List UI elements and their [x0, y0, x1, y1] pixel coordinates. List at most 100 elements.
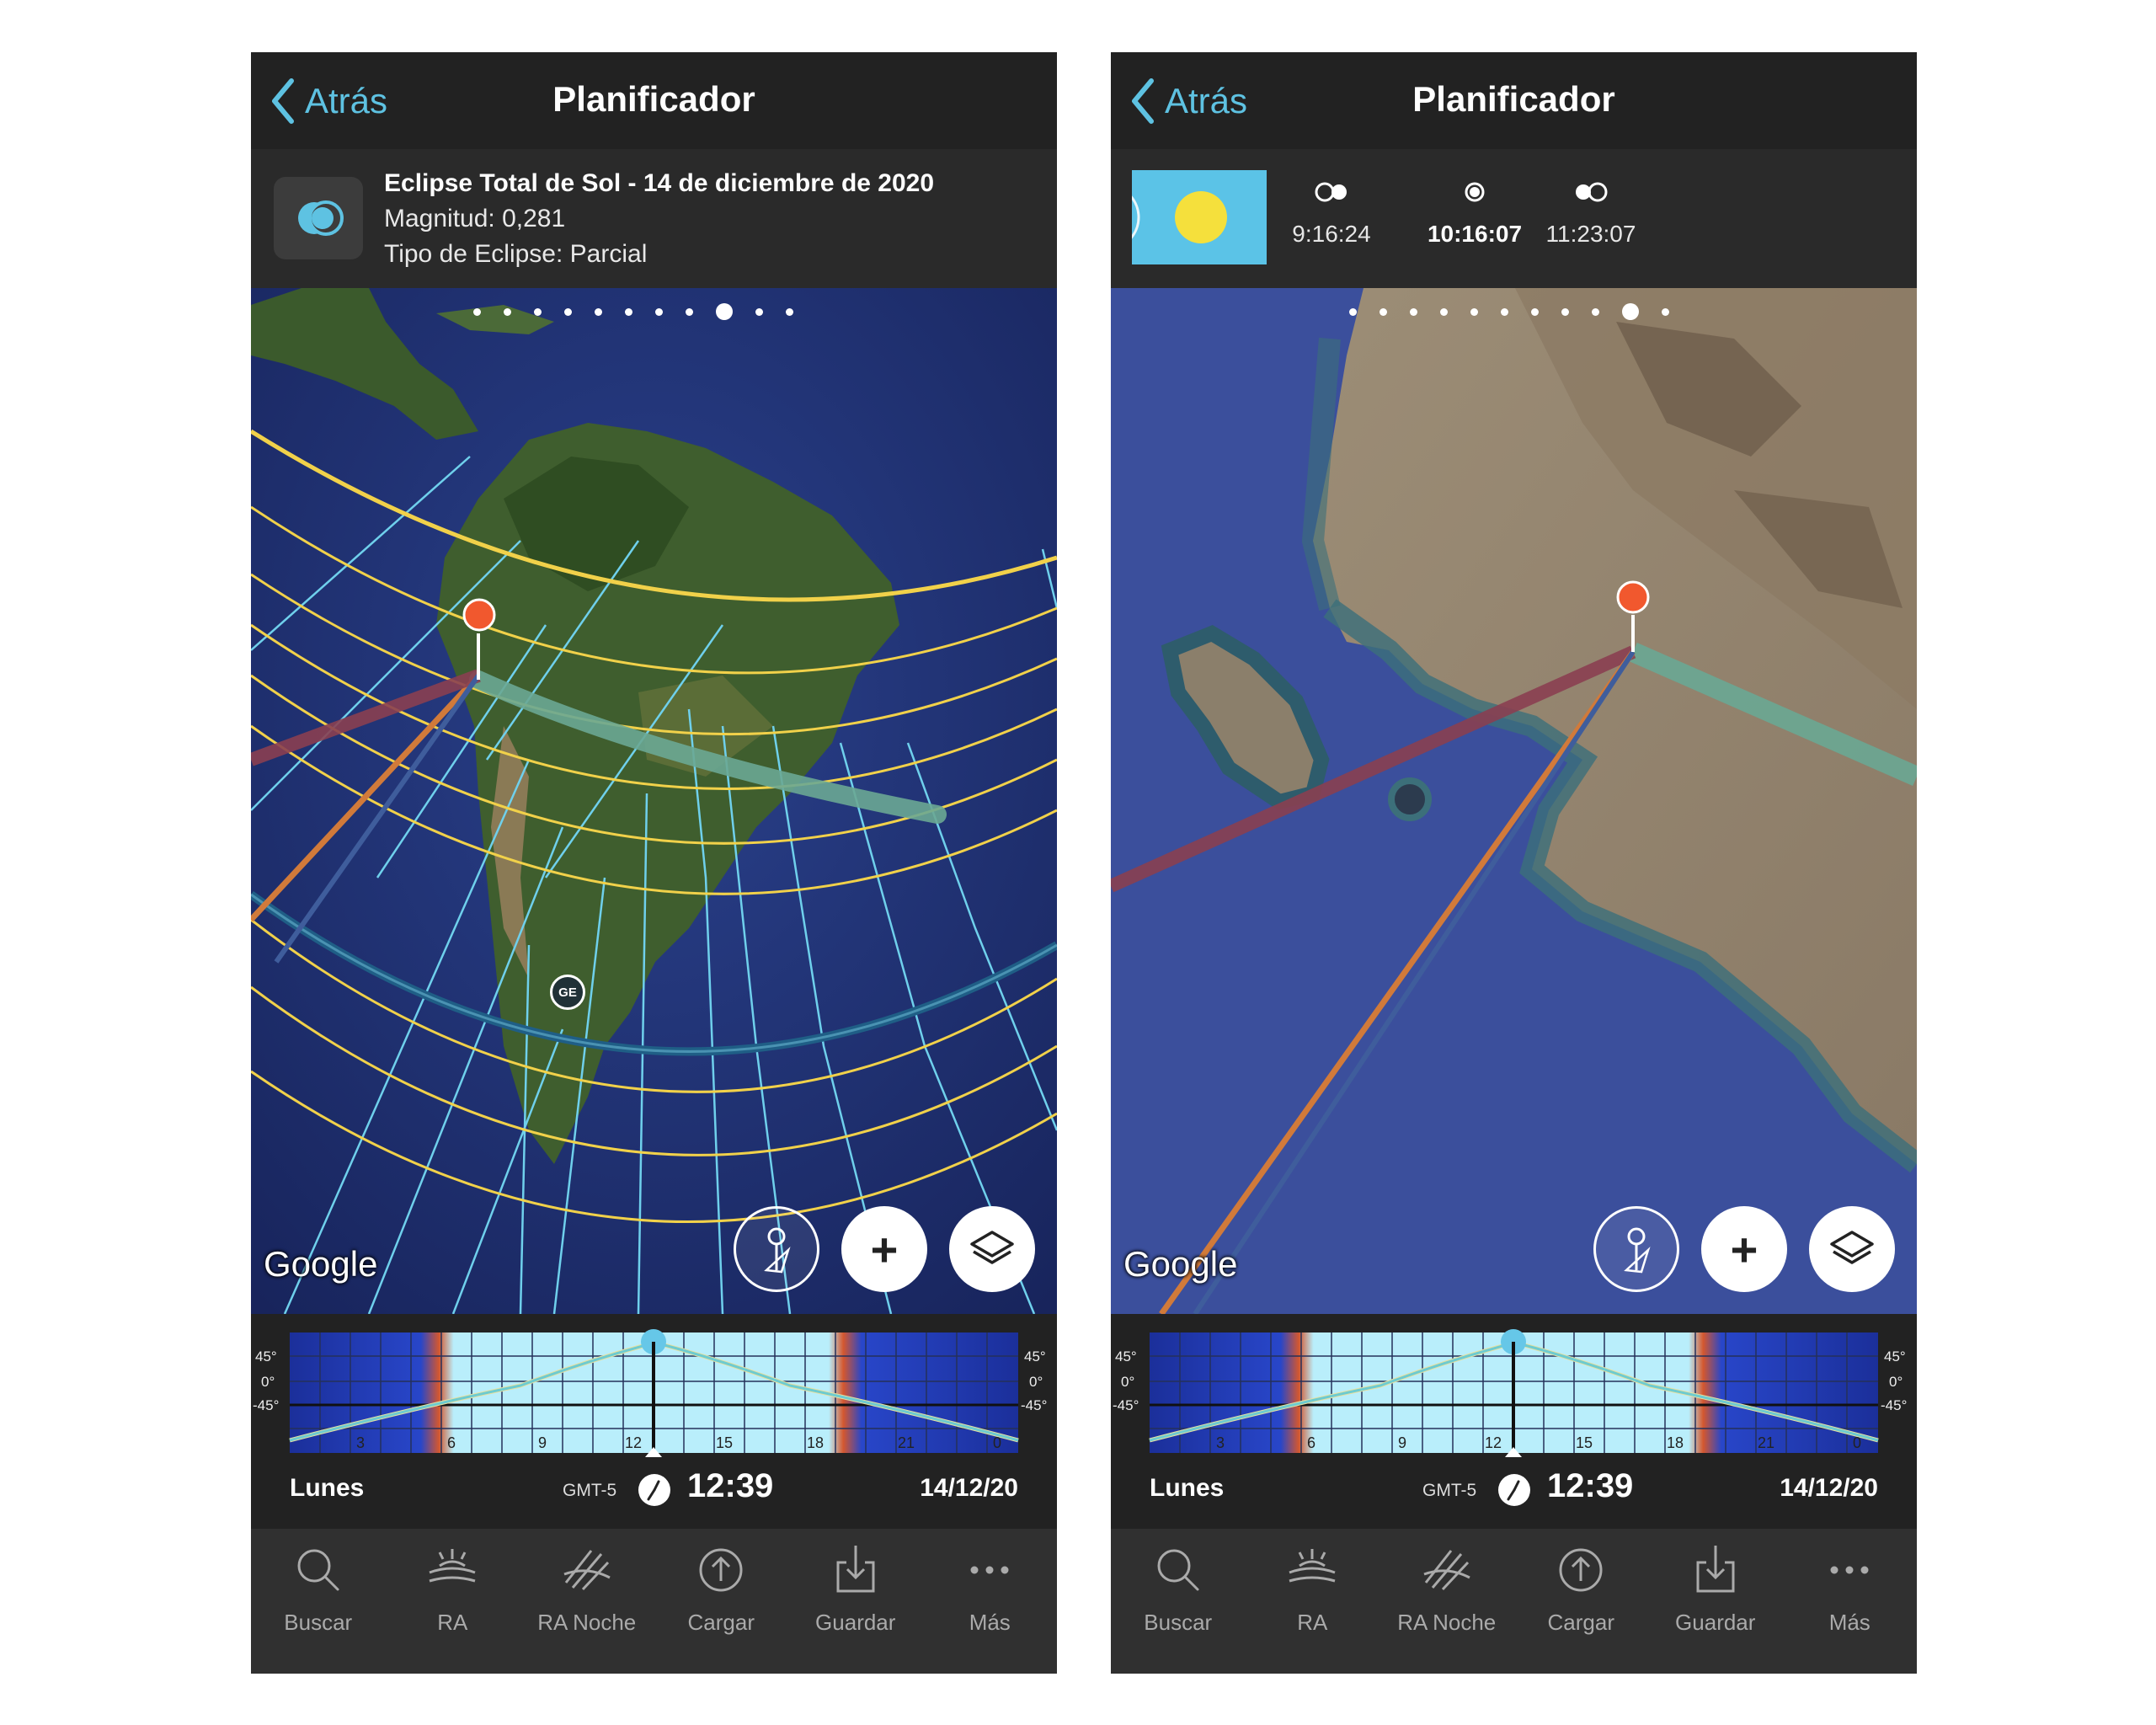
page-dot[interactable] — [534, 307, 542, 316]
elevation-timeline[interactable]: 45° 0° -45° 45° 0° -45° 3 6 9 12 15 18 2… — [251, 1314, 1057, 1529]
hour-label: 6 — [447, 1434, 456, 1451]
partial-start-icon — [1315, 182, 1347, 202]
max-eclipse-icon — [1465, 182, 1485, 202]
download-icon — [1696, 1546, 1735, 1593]
pin-compass-icon — [1624, 1227, 1651, 1274]
clock-icon[interactable] — [638, 1474, 670, 1506]
page-indicator[interactable] — [251, 303, 1057, 320]
tab-ar-night[interactable]: RA Noche — [1380, 1529, 1514, 1674]
axis-label-right: -45° — [1021, 1397, 1047, 1413]
location-pin-icon[interactable] — [462, 598, 497, 640]
page-dot[interactable] — [1662, 307, 1669, 316]
axis-label-right: 45° — [1884, 1348, 1906, 1365]
date-display[interactable]: 14/12/20 — [1780, 1474, 1878, 1503]
hour-label: 3 — [1216, 1434, 1225, 1451]
upload-icon — [699, 1548, 743, 1592]
compass-button[interactable] — [1593, 1206, 1679, 1292]
page-dot[interactable] — [755, 307, 763, 316]
layers-icon — [970, 1231, 1014, 1264]
phase-time: 10:16:07 — [1427, 221, 1523, 247]
page-dot[interactable] — [1501, 307, 1508, 316]
compass-button[interactable] — [734, 1206, 819, 1292]
page-dot[interactable] — [655, 307, 663, 316]
eclipse-type: Tipo de Eclipse: Parcial — [384, 240, 648, 268]
weekday-label: Lunes — [1150, 1474, 1225, 1502]
tab-save[interactable]: Guardar — [788, 1529, 923, 1674]
tab-ar-night[interactable]: RA Noche — [520, 1529, 654, 1674]
search-icon — [297, 1549, 339, 1591]
eclipse-toggle-button[interactable] — [274, 177, 363, 259]
axis-label-left: 45° — [1115, 1348, 1137, 1365]
page-dot[interactable] — [1440, 307, 1448, 316]
greatest-eclipse-marker[interactable]: GE — [550, 975, 585, 1010]
add-button[interactable]: + — [1701, 1206, 1787, 1292]
time-display[interactable]: 12:39 — [1547, 1467, 1633, 1505]
layers-icon — [1830, 1231, 1874, 1264]
page-dot[interactable] — [595, 307, 602, 316]
tab-ar[interactable]: RA — [1246, 1529, 1380, 1674]
hour-label: 12 — [625, 1434, 642, 1451]
eclipse-info-panel: Eclipse Total de Sol - 14 de diciembre d… — [251, 149, 1057, 288]
ar-icon — [429, 1549, 476, 1583]
page-dot[interactable] — [1561, 307, 1569, 316]
tab-label: Cargar — [687, 1610, 755, 1635]
google-attribution: Google — [264, 1244, 378, 1284]
tab-save[interactable]: Guardar — [1648, 1529, 1783, 1674]
tab-search[interactable]: Buscar — [1111, 1529, 1246, 1674]
hour-label: 15 — [1576, 1434, 1593, 1451]
location-pin-icon[interactable] — [1615, 580, 1651, 622]
axis-label-left: -45° — [1113, 1397, 1139, 1413]
phase-time: 11:23:07 — [1545, 221, 1636, 247]
date-display[interactable]: 14/12/20 — [920, 1474, 1018, 1503]
sun-icon — [1132, 191, 1227, 243]
hour-label: 15 — [716, 1434, 733, 1451]
page-dot[interactable] — [625, 307, 632, 316]
more-icon — [970, 1566, 1009, 1574]
page-dot[interactable] — [1592, 307, 1599, 316]
clock-icon[interactable] — [1498, 1474, 1530, 1506]
hour-label: 0 — [993, 1434, 1001, 1451]
satellite-map[interactable]: GE Google + — [251, 288, 1057, 1314]
tab-search[interactable]: Buscar — [251, 1529, 386, 1674]
tab-bar: Buscar RA RA Noche Cargar Guardar Más — [251, 1529, 1057, 1674]
page-dot[interactable] — [1470, 307, 1478, 316]
elevation-timeline[interactable]: 45° 0° -45° 45° 0° -45° 3 6 9 12 15 18 2… — [1111, 1314, 1917, 1529]
page-dot[interactable] — [1349, 307, 1357, 316]
page-dot[interactable] — [1531, 307, 1539, 316]
map-imagery[interactable] — [1111, 288, 1917, 1314]
page-dot[interactable] — [564, 307, 572, 316]
page-dot[interactable] — [686, 307, 693, 316]
layers-button[interactable] — [949, 1206, 1035, 1292]
axis-label-right: 45° — [1024, 1348, 1046, 1365]
phase-maximum[interactable]: 10:16:07 — [1416, 181, 1534, 248]
sun-elevation-chart[interactable]: 45° 0° -45° 45° 0° -45° 3 6 9 12 15 18 2… — [251, 1314, 1057, 1457]
phase-partial-start[interactable]: 9:16:24 — [1289, 181, 1374, 248]
page-dot-active[interactable] — [716, 303, 733, 320]
page-dot[interactable] — [1380, 307, 1387, 316]
sun-elevation-chart[interactable]: 45° 0° -45° 45° 0° -45° 3 6 9 12 15 18 2… — [1111, 1314, 1917, 1457]
eclipse-simulation-thumbnail[interactable] — [1132, 170, 1267, 264]
page-dot-active[interactable] — [1622, 303, 1639, 320]
time-display[interactable]: 12:39 — [687, 1467, 773, 1505]
axis-label-right: 0° — [1029, 1374, 1043, 1390]
tab-ar[interactable]: RA — [386, 1529, 520, 1674]
add-button[interactable]: + — [841, 1206, 927, 1292]
upload-icon — [1559, 1548, 1603, 1592]
satellite-map[interactable]: Google + — [1111, 288, 1917, 1314]
page-dot[interactable] — [1410, 307, 1417, 316]
eclipse-icon — [298, 200, 344, 236]
tab-upload[interactable]: Cargar — [654, 1529, 789, 1674]
tab-more[interactable]: Más — [923, 1529, 1058, 1674]
hour-label: 21 — [898, 1434, 915, 1451]
layers-button[interactable] — [1809, 1206, 1895, 1292]
page-indicator[interactable] — [1111, 303, 1917, 320]
page-dot[interactable] — [473, 307, 481, 316]
tab-upload[interactable]: Cargar — [1514, 1529, 1649, 1674]
page-dot[interactable] — [504, 307, 511, 316]
page-dot[interactable] — [786, 307, 793, 316]
hour-label: 18 — [807, 1434, 824, 1451]
phase-partial-end[interactable]: 11:23:07 — [1536, 181, 1646, 248]
axis-label-left: 0° — [261, 1374, 275, 1390]
map-imagery[interactable] — [251, 288, 1057, 1314]
tab-more[interactable]: Más — [1783, 1529, 1918, 1674]
